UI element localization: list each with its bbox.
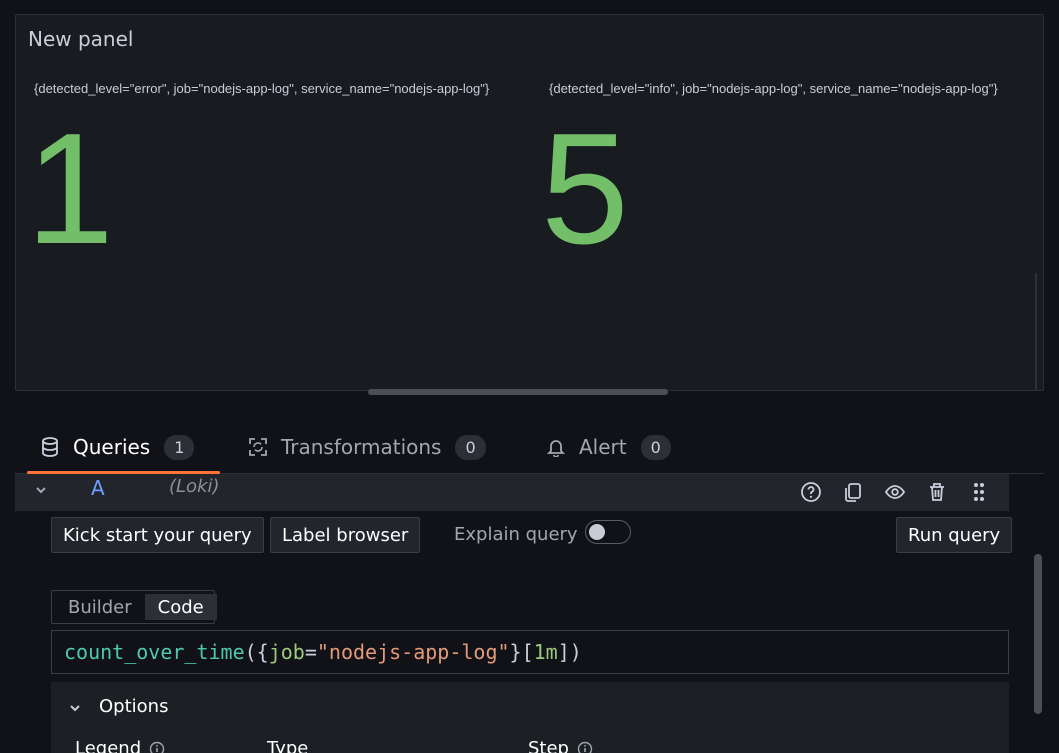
kick-start-button[interactable]: Kick start your query	[51, 517, 264, 553]
code-punct: ])	[557, 640, 582, 664]
chevron-down-icon[interactable]	[67, 700, 83, 716]
drag-handle-icon[interactable]	[965, 478, 993, 506]
help-icon[interactable]	[797, 478, 825, 506]
tab-count: 0	[455, 434, 486, 460]
code-punct: }[	[509, 640, 534, 664]
code-string: "nodejs-app-log"	[316, 640, 510, 664]
field-label: Type	[267, 738, 309, 753]
type-field-label: Type	[267, 738, 308, 753]
explain-query-toggle[interactable]	[585, 520, 631, 544]
field-label: Step	[528, 738, 569, 753]
trash-icon[interactable]	[923, 478, 951, 506]
tab-alert[interactable]: Alert 0	[545, 420, 671, 474]
field-label: Legend	[75, 738, 142, 753]
code-label-key: job	[268, 640, 305, 664]
explain-query-label: Explain query	[454, 524, 578, 545]
chevron-down-icon[interactable]	[33, 482, 49, 498]
code-punct: ({	[244, 640, 269, 664]
tab-label: Transformations	[281, 435, 442, 459]
scrollbar-thumb[interactable]	[1034, 554, 1042, 714]
bell-icon	[545, 436, 567, 458]
panel-title[interactable]: New panel	[28, 27, 133, 51]
query-code-editor[interactable]: count_over_time({job = "nodejs-app-log"}[1…	[51, 630, 1009, 674]
copy-icon[interactable]	[839, 478, 867, 506]
editor-mode-switch: Builder Code	[51, 590, 217, 624]
mode-builder[interactable]: Builder	[55, 594, 145, 620]
step-field-label: Step	[528, 738, 593, 753]
mode-code[interactable]: Code	[144, 594, 217, 620]
tab-count: 0	[640, 434, 671, 460]
horizontal-scrollbar[interactable]	[368, 389, 668, 395]
query-row-header: A (Loki)	[15, 474, 1009, 511]
stat-value: 1	[26, 101, 114, 277]
label-browser-button[interactable]: Label browser	[270, 517, 421, 553]
legend-field-label: Legend	[75, 738, 165, 753]
database-icon	[39, 436, 61, 458]
panel-scrollbar[interactable]	[1035, 273, 1037, 391]
stat-error: {detected_level="error", job="nodejs-app…	[26, 81, 504, 268]
query-datasource: (Loki)	[169, 476, 220, 497]
transform-icon	[247, 436, 269, 458]
options-section: Options Legend Type Step	[51, 682, 1009, 753]
panel-preview: New panel {detected_level="error", job="…	[15, 14, 1044, 391]
stat-label: {detected_level="info", job="nodejs-app-…	[549, 81, 998, 96]
run-query-button[interactable]: Run query	[896, 517, 1013, 553]
stat-value: 5	[541, 101, 629, 277]
tab-transformations[interactable]: Transformations 0	[247, 420, 486, 474]
editor-tabs: Queries 1 Transformations 0 Alert 0	[15, 420, 1044, 474]
tab-label: Queries	[73, 435, 151, 459]
info-icon[interactable]	[577, 741, 593, 753]
query-actions	[797, 478, 993, 506]
code-function: count_over_time	[64, 640, 245, 664]
tab-label: Alert	[579, 435, 627, 459]
toggle-knob	[589, 524, 605, 540]
code-range: 1m	[533, 640, 558, 664]
query-ref-id[interactable]: A	[91, 476, 105, 500]
info-icon[interactable]	[149, 741, 165, 753]
options-toggle[interactable]: Options	[99, 696, 168, 717]
code-operator: =	[304, 640, 317, 664]
stat-info: {detected_level="info", job="nodejs-app-…	[541, 81, 1019, 268]
stat-label: {detected_level="error", job="nodejs-app…	[34, 81, 490, 96]
eye-icon[interactable]	[881, 478, 909, 506]
tab-count: 1	[164, 434, 195, 460]
tab-queries[interactable]: Queries 1	[26, 420, 221, 474]
editor-scrollbar[interactable]	[1033, 474, 1043, 753]
